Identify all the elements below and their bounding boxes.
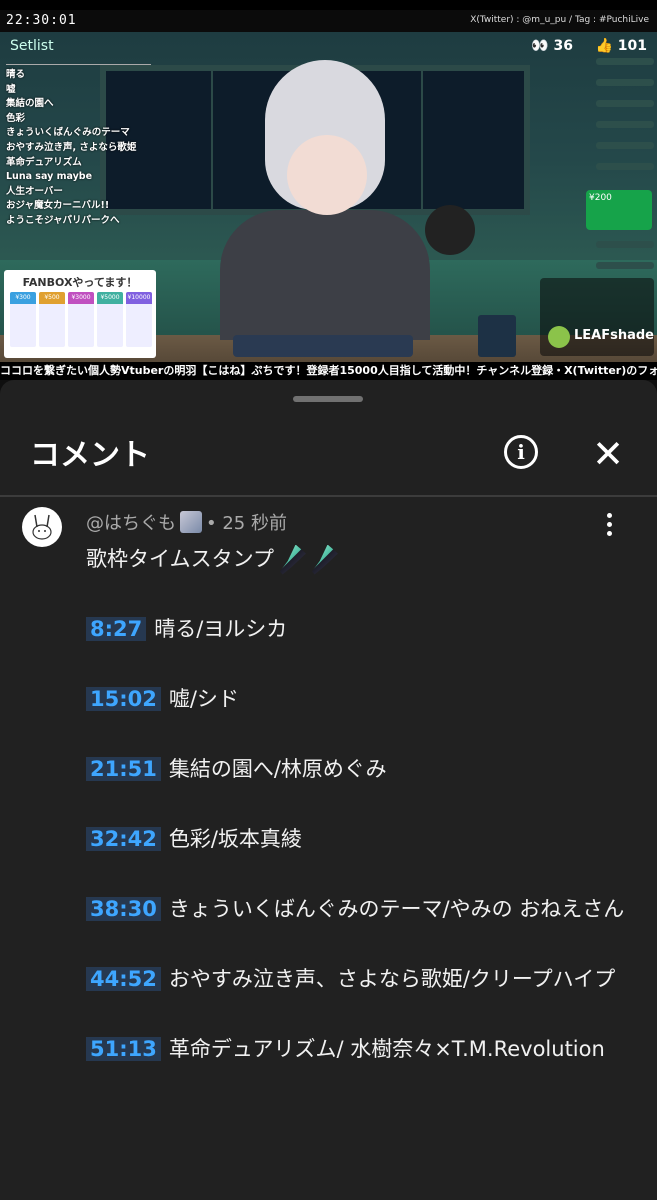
comment-meta: @はちぐも • 25 秒前	[86, 509, 287, 535]
fanbox-plan-price: ¥500	[39, 292, 65, 304]
timestamp-link[interactable]: 15:02	[86, 687, 161, 711]
custom-emoji-icon	[180, 511, 202, 533]
setlist-panel: Setlist 晴る嘘集結の園へ色彩きょういくばんぐみのテーマ おやすみ泣き声, …	[0, 32, 160, 252]
timestamp-link[interactable]: 8:27	[86, 617, 147, 641]
fanbox-plan-card: ¥3000	[68, 292, 94, 347]
brand-name: LEAFshade	[574, 328, 654, 343]
song-title: 革命デュアリズム/ 水樹奈々×T.M.Revolution	[168, 1037, 605, 1061]
setlist-item: ようこそジャパリパークへ	[6, 214, 120, 226]
timestamp-link[interactable]: 44:52	[86, 967, 161, 991]
info-button[interactable]: i	[504, 435, 538, 469]
fanbox-plan-card: ¥10000	[126, 292, 152, 347]
fanbox-plan-price: ¥5000	[97, 292, 123, 304]
commenter-avatar[interactable]	[22, 507, 62, 547]
keyboard	[233, 335, 413, 357]
close-icon: ✕	[592, 432, 624, 476]
fanbox-plan-price: ¥3000	[68, 292, 94, 304]
setlist-item: Luna say maybe	[6, 171, 93, 183]
glowstick-icon	[279, 544, 306, 575]
timestamp-entry: 38:30 きょういくばんぐみのテーマ/やみの おねえさん	[86, 892, 631, 927]
setlist-item: 人生オーバー	[6, 185, 63, 197]
timestamp-entry: 21:51 集結の園へ/林原めぐみ	[86, 752, 631, 787]
timestamp-entry: 32:42 色彩/坂本真綾	[86, 822, 631, 857]
timestamp-entry: 51:13 革命デュアリズム/ 水樹奈々×T.M.Revolution	[86, 1032, 631, 1067]
leafshade-logo-icon	[548, 326, 570, 348]
viewer-count: 👀 36	[531, 38, 573, 54]
comment-body: 歌枠タイムスタンプ 8:27 晴る/ヨルシカ 15:02 嘘/シド 21:51 集結の園へ…	[86, 542, 631, 1102]
divider	[0, 495, 657, 497]
timestamp-link[interactable]: 38:30	[86, 897, 161, 921]
more-options-icon[interactable]	[603, 513, 615, 541]
comment-author[interactable]: @はちぐも	[86, 513, 176, 534]
close-button[interactable]: ✕	[588, 434, 628, 474]
fanbox-banner: FANBOXやってます！ ¥300 ¥500 ¥3000 ¥5000 ¥10000	[4, 270, 156, 358]
timestamp-entry: 44:52 おやすみ泣き声、さよなら歌姫/クリープハイプ	[86, 962, 631, 997]
song-title: 集結の園へ/林原めぐみ	[168, 757, 387, 781]
setlist: 晴る嘘集結の園へ色彩きょういくばんぐみのテーマ おやすみ泣き声, さよなら歌姫 革命…	[6, 68, 136, 229]
setlist-item: おやすみ泣き声, さよなら歌姫	[6, 141, 137, 153]
overlay-topbar: 22:30:01 X(Twitter) : @m_u_pu / Tag : #P…	[0, 10, 657, 32]
comment-time: • 25 秒前	[206, 513, 287, 534]
fanbox-plan-card: ¥300	[10, 292, 36, 347]
timestamp-entry: 15:02 嘘/シド	[86, 682, 631, 717]
setlist-item: 色彩	[6, 112, 26, 124]
setlist-title: Setlist	[10, 38, 54, 54]
brand-overlay: LEAFshade	[540, 278, 654, 356]
setlist-item: 晴る	[6, 69, 26, 80]
setlist-item: 革命デュアリズム	[6, 156, 82, 168]
song-title: おやすみ泣き声、さよなら歌姫/クリープハイプ	[168, 967, 616, 991]
song-title: 晴る/ヨルシカ	[154, 617, 288, 641]
live-chat-overlay	[596, 58, 654, 283]
comments-sheet: コメント i ✕ @はちぐも • 25 秒前 歌枠タイムスタンプ 8:27 晴る/ヨ…	[0, 380, 657, 1200]
song-title: きょういくばんぐみのテーマ/やみの おねえさん	[168, 897, 625, 921]
song-title: 嘘/シド	[168, 687, 239, 711]
divider	[6, 64, 151, 65]
sheet-title: コメント	[30, 438, 150, 473]
like-count: 👍 101	[595, 38, 647, 54]
fanbox-title: FANBOXやってます！	[22, 276, 138, 289]
status-strip	[0, 0, 657, 10]
comment-heading: 歌枠タイムスタンプ	[86, 542, 631, 577]
info-icon: i	[517, 440, 525, 464]
timestamp-link[interactable]: 32:42	[86, 827, 161, 851]
video-player[interactable]: 22:30:01 X(Twitter) : @m_u_pu / Tag : #P…	[0, 10, 657, 380]
setlist-item: おジャ魔女カーニバル!!	[6, 200, 110, 212]
timestamp-link[interactable]: 21:51	[86, 757, 161, 781]
glowstick-icon	[311, 544, 338, 575]
setlist-item: きょういくばんぐみのテーマ	[6, 127, 130, 139]
song-title: 色彩/坂本真綾	[168, 827, 302, 851]
setlist-item: 嘘	[6, 83, 16, 95]
twitter-info: X(Twitter) : @m_u_pu / Tag : #PuchiLive	[470, 15, 649, 25]
timestamp-link[interactable]: 51:13	[86, 1037, 161, 1061]
vtuber-avatar	[200, 40, 450, 340]
fanbox-plan-price: ¥10000	[126, 292, 152, 304]
drag-handle[interactable]	[293, 396, 363, 402]
timestamp-entry: 8:27 晴る/ヨルシカ	[86, 612, 631, 647]
superchat: ¥200	[586, 190, 652, 230]
stream-clock: 22:30:01	[6, 13, 77, 28]
microphone-icon	[425, 205, 475, 255]
fanbox-plan-card: ¥5000	[97, 292, 123, 347]
ticker: ココロを繋ぎたい個人勢Vtuberの明羽【こはね】ぷちです！登録者15000人目…	[0, 362, 657, 380]
mug	[478, 315, 516, 357]
fanbox-plan-price: ¥300	[10, 292, 36, 304]
setlist-item: 集結の園へ	[6, 98, 54, 110]
fanbox-plan-card: ¥500	[39, 292, 65, 347]
